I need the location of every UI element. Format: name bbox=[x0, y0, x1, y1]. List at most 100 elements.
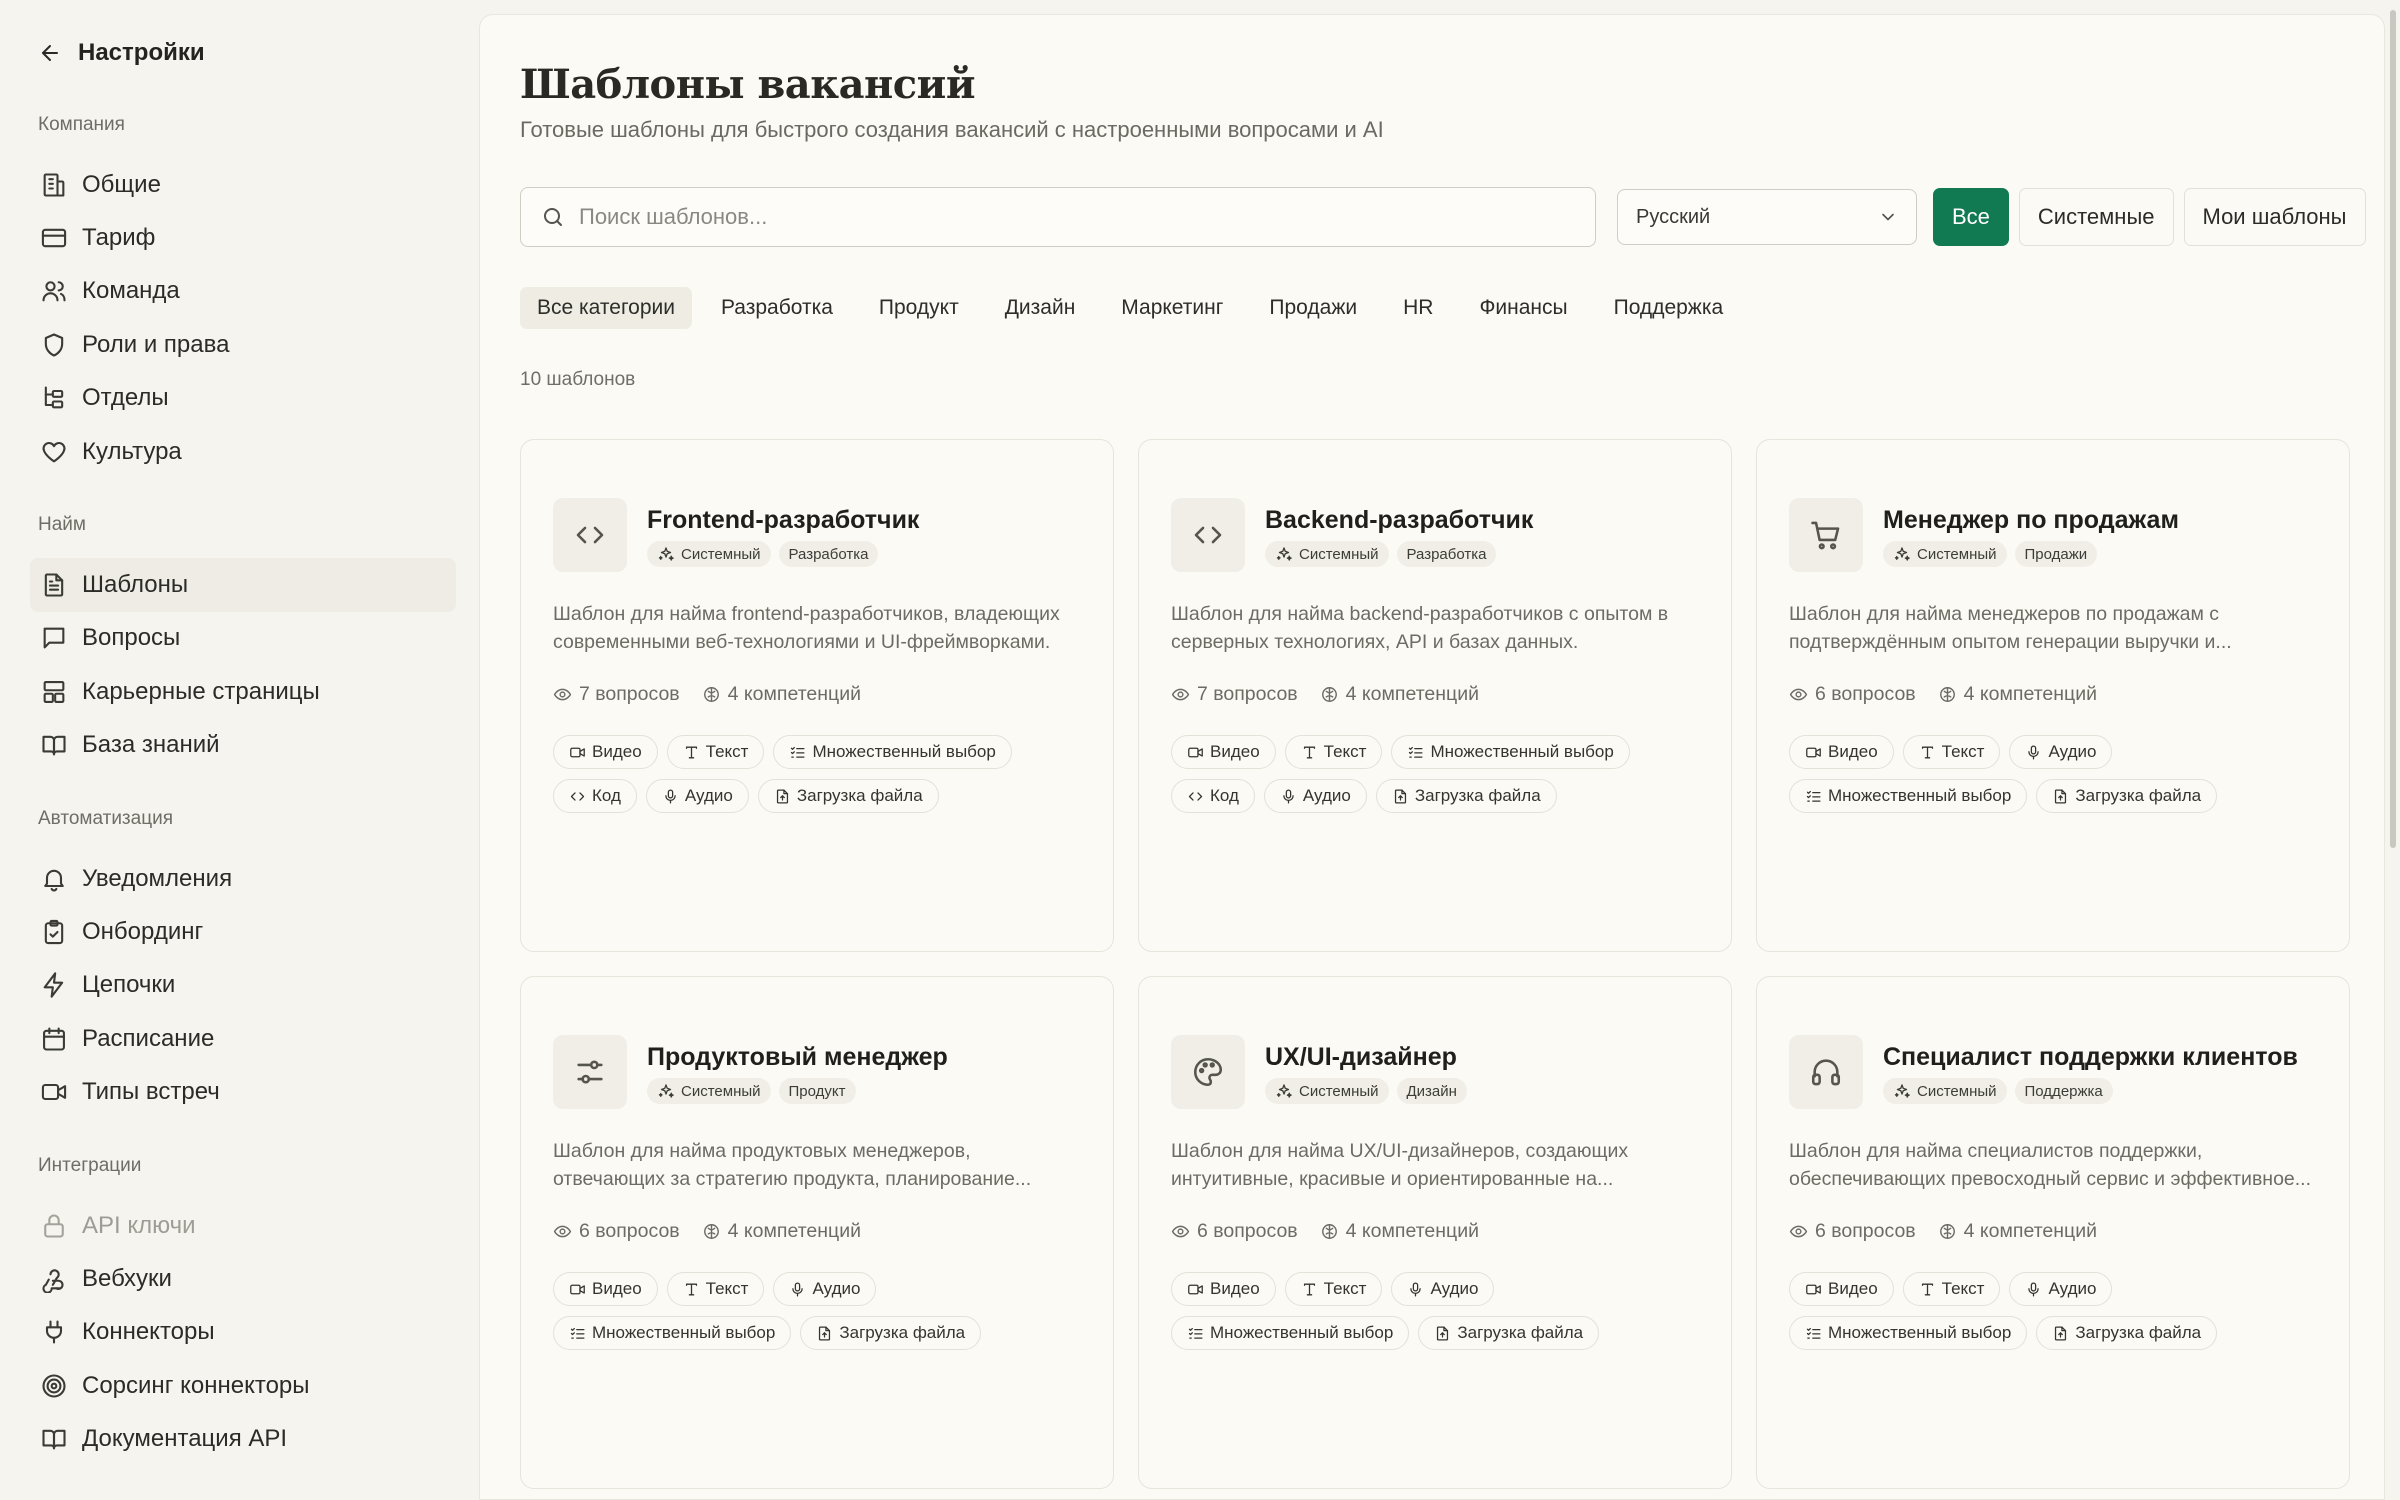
eye-icon bbox=[1789, 1222, 1808, 1241]
category-tab[interactable]: Все категории bbox=[520, 287, 692, 329]
category-badge: Дизайн bbox=[1396, 1078, 1467, 1104]
file-upload-icon bbox=[1434, 1325, 1451, 1342]
question-type-chip: Загрузка файла bbox=[757, 779, 939, 813]
sidebar-item[interactable]: Сорсинг коннекторы bbox=[30, 1359, 456, 1412]
question-type-chip: Видео bbox=[553, 1272, 658, 1306]
eye-icon bbox=[1171, 1222, 1190, 1241]
card-header: UX/UI-дизайнер Системный Дизайн bbox=[1171, 1035, 1699, 1109]
category-tab[interactable]: Маркетинг bbox=[1104, 287, 1240, 329]
sidebar-item[interactable]: Вебхуки bbox=[30, 1252, 456, 1305]
chip-label: Множественный выбор bbox=[592, 1323, 776, 1342]
category-tab[interactable]: Продажи bbox=[1252, 287, 1374, 329]
template-card[interactable]: UX/UI-дизайнер Системный Дизайн Шаблон для … bbox=[1138, 976, 1732, 1489]
filter-system-button[interactable]: Системные bbox=[2018, 188, 2174, 246]
sidebar-item[interactable]: Коннекторы bbox=[30, 1306, 456, 1359]
question-type-chip: Аудио bbox=[2009, 1272, 2113, 1306]
sidebar-item[interactable]: База знаний bbox=[30, 719, 456, 772]
sidebar-item[interactable]: Шаблоны bbox=[30, 558, 456, 612]
category-tab[interactable]: Разработка bbox=[704, 287, 850, 329]
sidebar-item[interactable]: Онбординг bbox=[30, 905, 456, 958]
sidebar-item[interactable]: Культура bbox=[30, 425, 456, 478]
search-box[interactable] bbox=[520, 187, 1596, 247]
category-tab[interactable]: Поддержка bbox=[1597, 287, 1741, 329]
filter-my-templates-button[interactable]: Мои шаблоны bbox=[2183, 188, 2366, 246]
sidebar-item[interactable]: Уведомления bbox=[30, 852, 456, 905]
sidebar-item-label: Команда bbox=[82, 277, 180, 305]
sidebar-item-label: Роли и права bbox=[82, 330, 230, 358]
question-type-chip: Аудио bbox=[1391, 1272, 1495, 1306]
video-icon bbox=[1187, 744, 1204, 761]
sidebar-item[interactable]: Команда bbox=[30, 265, 456, 318]
sidebar-item[interactable]: Тариф bbox=[30, 211, 456, 264]
competencies-stat: 4 компетенций bbox=[702, 683, 861, 706]
sidebar-item[interactable]: Карьерные страницы bbox=[30, 665, 456, 718]
card-title: Backend-разработчик bbox=[1265, 506, 1534, 534]
sidebar-item[interactable]: Расписание bbox=[30, 1012, 456, 1065]
sidebar-item[interactable]: Цепочки bbox=[30, 959, 456, 1012]
sidebar-item[interactable]: Документация API bbox=[30, 1412, 456, 1465]
sidebar-item[interactable]: Типы встреч bbox=[30, 1065, 456, 1118]
template-card[interactable]: Менеджер по продажам Системный Продажи Шабл… bbox=[1756, 439, 2350, 952]
question-type-chip: Аудио bbox=[645, 779, 749, 813]
bell-icon bbox=[40, 865, 68, 893]
category-tab[interactable]: Дизайн bbox=[988, 287, 1093, 329]
file-upload-icon bbox=[816, 1325, 833, 1342]
sidebar-item-label: Типы встреч bbox=[82, 1078, 220, 1106]
page-subtitle: Готовые шаблоны для быстрого создания ва… bbox=[520, 117, 1384, 142]
sidebar-item-label: Документация API bbox=[82, 1425, 288, 1453]
question-types: Видео Текст Множественный выбор Код Аудио Заг… bbox=[1171, 735, 1711, 813]
card-description: Шаблон для найма продуктовых менеджеров,… bbox=[553, 1140, 1032, 1190]
chevron-down-icon bbox=[1878, 207, 1898, 227]
template-card[interactable]: Backend-разработчик Системный Разработка Ша… bbox=[1138, 439, 1732, 952]
category-tab[interactable]: HR bbox=[1386, 287, 1450, 329]
search-input[interactable] bbox=[579, 204, 1479, 230]
question-type-chip: Аудио bbox=[773, 1272, 877, 1306]
question-types: Видео Текст Аудио Множественный выбор Загруз… bbox=[1171, 1272, 1711, 1350]
language-select[interactable]: Русский bbox=[1617, 189, 1917, 245]
chip-label: Загрузка файла bbox=[796, 786, 923, 805]
questions-stat: 6 вопросов bbox=[1789, 683, 1916, 706]
scrollbar-thumb[interactable] bbox=[2390, 10, 2396, 848]
badge-label: Системный bbox=[681, 1082, 761, 1100]
category-tab[interactable]: Финансы bbox=[1462, 287, 1584, 329]
settings-sidebar: Настройки Компания Общие Тариф Команда Роли … bbox=[0, 0, 478, 1500]
book-icon bbox=[40, 1425, 68, 1453]
chip-label: Множественный выбор bbox=[1430, 742, 1614, 761]
card-title: Продуктовый менеджер bbox=[647, 1043, 948, 1071]
category-tabs: Все категории Разработка Продукт Дизайн Марк… bbox=[520, 287, 2384, 329]
template-card[interactable]: Frontend-разработчик Системный Разработка Ш… bbox=[520, 439, 1114, 952]
badge-label: Системный bbox=[1917, 1082, 1997, 1100]
questions-count: 7 вопросов bbox=[579, 682, 680, 705]
card-stats: 7 вопросов 4 компетенций bbox=[553, 680, 1081, 708]
back-to-settings-link[interactable]: Настройки bbox=[38, 38, 456, 68]
chip-label: Видео bbox=[1828, 1279, 1878, 1298]
template-card[interactable]: Специалист поддержки клиентов Системный По… bbox=[1756, 976, 2350, 1489]
category-tab[interactable]: Продукт bbox=[862, 287, 976, 329]
card-header: Frontend-разработчик Системный Разработка bbox=[553, 498, 1081, 572]
competencies-count: 4 компетенций bbox=[727, 682, 861, 705]
sidebar-section-list: Уведомления Онбординг Цепочки Расписание Тип… bbox=[38, 852, 456, 1119]
video-icon bbox=[1805, 744, 1822, 761]
question-type-chip: Видео bbox=[1789, 735, 1894, 769]
org-chart-icon bbox=[40, 384, 68, 412]
sidebar-item[interactable]: Отделы bbox=[30, 372, 456, 425]
chip-label: Загрузка файла bbox=[1457, 1323, 1584, 1342]
template-card[interactable]: Продуктовый менеджер Системный Продукт Шабл… bbox=[520, 976, 1114, 1489]
layout-icon bbox=[40, 678, 68, 706]
list-checks-icon bbox=[1187, 1325, 1204, 1342]
sidebar-item[interactable]: Общие bbox=[30, 158, 456, 211]
sidebar-item[interactable]: Роли и права bbox=[30, 318, 456, 371]
mic-icon bbox=[2025, 1281, 2042, 1298]
sidebar-item-label: Цепочки bbox=[82, 971, 176, 999]
question-types: Видео Текст Аудио Множественный выбор Загруз… bbox=[553, 1272, 1093, 1350]
card-badges: Системный Поддержка bbox=[1883, 1078, 2298, 1104]
sidebar-item[interactable]: Вопросы bbox=[30, 612, 456, 665]
sidebar-item-label: Вебхуки bbox=[82, 1264, 172, 1292]
page-scrollbar[interactable] bbox=[2386, 0, 2400, 1500]
chip-label: Загрузка файла bbox=[2075, 1323, 2202, 1342]
sidebar-section-list: Шаблоны Вопросы Карьерные страницы База зна… bbox=[30, 558, 456, 772]
chip-label: Видео bbox=[1210, 742, 1260, 761]
filter-all-button[interactable]: Все bbox=[1933, 188, 2009, 246]
question-types: Видео Текст Множественный выбор Код Аудио Заг… bbox=[553, 735, 1093, 813]
palette-icon bbox=[1171, 1035, 1245, 1109]
